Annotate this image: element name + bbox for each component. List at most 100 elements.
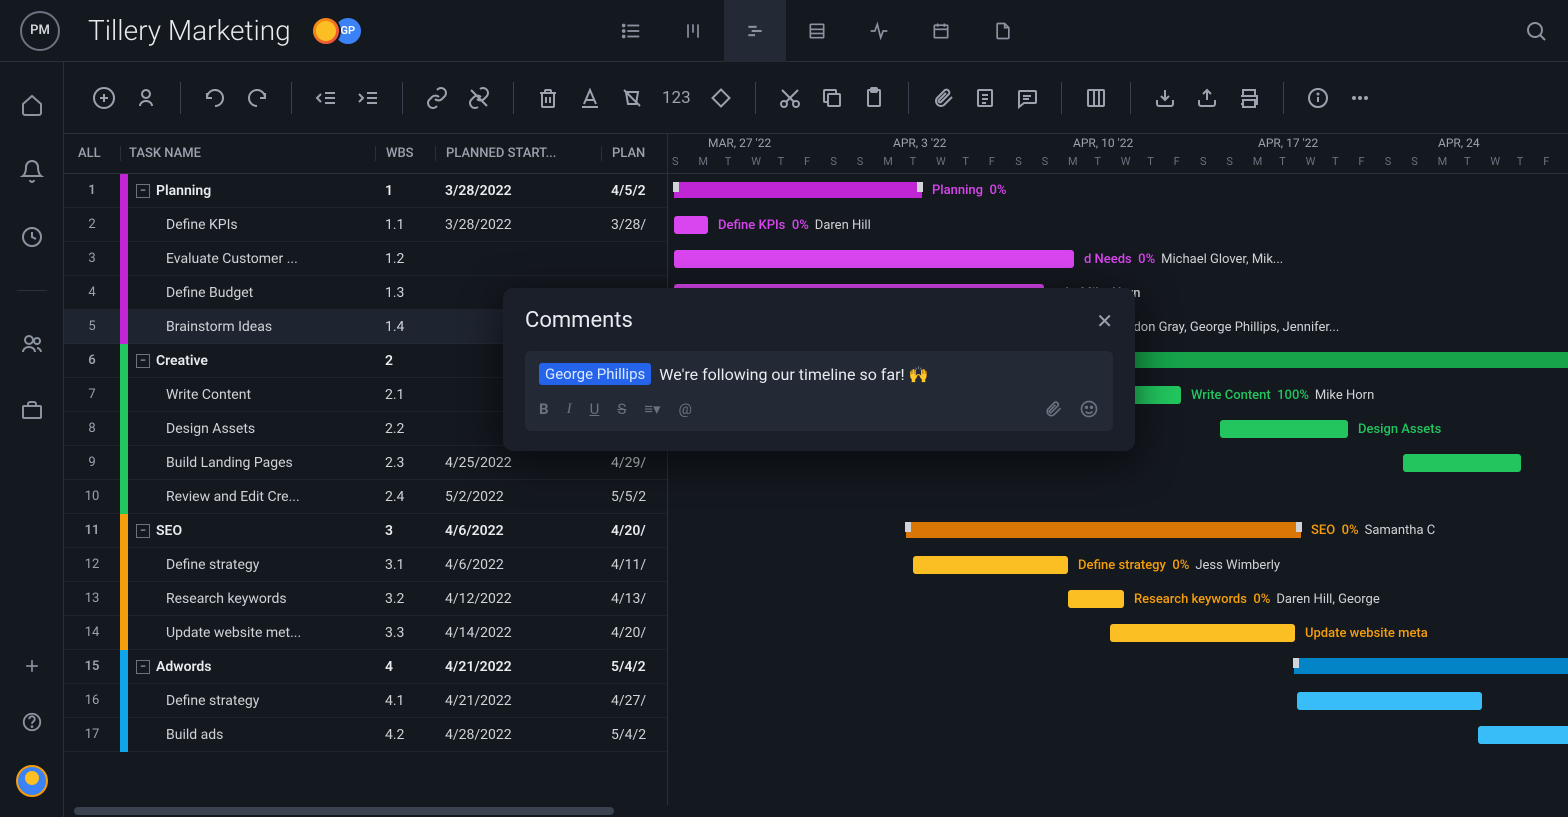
redo-icon[interactable] — [245, 86, 269, 110]
view-activity-icon[interactable] — [848, 0, 910, 62]
table-row[interactable]: 11 − SEO 3 4/6/2022 4/20/ — [64, 514, 667, 548]
col-task[interactable]: TASK NAME — [120, 146, 375, 161]
outdent-icon[interactable] — [314, 86, 338, 110]
gantt-chart[interactable]: MAR, 27 '22APR, 3 '22APR, 10 '22APR, 17 … — [668, 134, 1568, 817]
gantt-bar[interactable]: SEO 0%Samantha C — [906, 522, 1301, 538]
comment-input[interactable]: George Phillips We're following our time… — [525, 351, 1113, 431]
close-icon[interactable]: ✕ — [1096, 309, 1113, 333]
list-icon[interactable]: ≡▾ — [644, 400, 660, 418]
print-icon[interactable] — [1237, 86, 1261, 110]
app-logo[interactable]: PM — [20, 11, 60, 51]
indent-icon[interactable] — [356, 86, 380, 110]
assign-icon[interactable] — [134, 86, 158, 110]
horizontal-scrollbar[interactable] — [64, 805, 1568, 817]
undo-icon[interactable] — [203, 86, 227, 110]
view-file-icon[interactable] — [972, 0, 1034, 62]
toolbar: 123 — [64, 62, 1568, 134]
unlink-icon[interactable] — [467, 86, 491, 110]
table-row[interactable]: 17 Build ads 4.2 4/28/2022 5/4/2 — [64, 718, 667, 752]
text-color-icon[interactable] — [578, 86, 602, 110]
table-row[interactable]: 12 Define strategy 3.1 4/6/2022 4/11/ — [64, 548, 667, 582]
mention-icon[interactable]: @ — [679, 400, 692, 418]
cut-icon[interactable] — [778, 86, 802, 110]
bell-icon[interactable] — [19, 158, 45, 184]
table-row[interactable]: 9 Build Landing Pages 2.3 4/25/2022 4/29… — [64, 446, 667, 480]
gantt-bar[interactable] — [1294, 658, 1568, 674]
collaborator-avatars[interactable]: GP — [311, 16, 355, 46]
col-all[interactable]: ALL — [64, 146, 120, 161]
note-icon[interactable] — [973, 86, 997, 110]
table-row[interactable]: 1 − Planning 1 3/28/2022 4/5/2 — [64, 174, 667, 208]
gantt-bar[interactable]: Planning 0% — [674, 182, 922, 198]
milestone-icon[interactable] — [709, 86, 733, 110]
info-icon[interactable] — [1306, 86, 1330, 110]
plus-icon[interactable] — [19, 653, 45, 679]
table-row[interactable]: 3 Evaluate Customer ... 1.2 — [64, 242, 667, 276]
strike-icon[interactable]: S — [617, 400, 626, 418]
content-area: ALL TASK NAME WBS PLANNED START... PLAN … — [64, 134, 1568, 817]
add-task-icon[interactable] — [92, 86, 116, 110]
gantt-bar[interactable]: Research keywords 0%Daren Hill, George — [1068, 590, 1124, 608]
grid-rows: 1 − Planning 1 3/28/2022 4/5/22 Define K… — [64, 174, 667, 817]
comment-icon[interactable] — [1015, 86, 1039, 110]
search-icon[interactable] — [1524, 19, 1548, 43]
top-header: PM Tillery Marketing GP — [0, 0, 1568, 62]
bold-icon[interactable]: B — [539, 400, 549, 418]
user-avatar[interactable] — [16, 765, 48, 797]
col-start[interactable]: PLANNED START... — [435, 146, 601, 161]
gantt-bar[interactable]: Design Assets — [1220, 420, 1348, 438]
col-end[interactable]: PLAN — [601, 146, 667, 161]
gantt-bar[interactable]: Define strategy 0%Jess Wimberly — [913, 556, 1068, 574]
number-label[interactable]: 123 — [662, 88, 691, 108]
gantt-bar[interactable] — [1478, 726, 1568, 744]
expand-toggle[interactable]: − — [136, 354, 150, 368]
gantt-bar[interactable]: Update website meta — [1110, 624, 1295, 642]
home-icon[interactable] — [19, 92, 45, 118]
table-row[interactable]: 10 Review and Edit Cre... 2.4 5/2/2022 5… — [64, 480, 667, 514]
comments-title: Comments — [525, 308, 633, 333]
paste-icon[interactable] — [862, 86, 886, 110]
avatar-1[interactable] — [311, 16, 341, 46]
columns-icon[interactable] — [1084, 86, 1108, 110]
view-board-icon[interactable] — [662, 0, 724, 62]
help-icon[interactable] — [19, 709, 45, 735]
attach-file-icon[interactable] — [1043, 399, 1063, 419]
comments-popup: Comments ✕ George Phillips We're followi… — [503, 288, 1135, 451]
copy-icon[interactable] — [820, 86, 844, 110]
import-icon[interactable] — [1153, 86, 1177, 110]
table-row[interactable]: 16 Define strategy 4.1 4/21/2022 4/27/ — [64, 684, 667, 718]
gantt-timeline-header: MAR, 27 '22APR, 3 '22APR, 10 '22APR, 17 … — [668, 134, 1568, 174]
view-list-icon[interactable] — [600, 0, 662, 62]
attach-icon[interactable] — [931, 86, 955, 110]
project-title: Tillery Marketing — [88, 14, 291, 47]
table-row[interactable]: 15 − Adwords 4 4/21/2022 5/4/2 — [64, 650, 667, 684]
expand-toggle[interactable]: − — [136, 660, 150, 674]
expand-toggle[interactable]: − — [136, 524, 150, 538]
gantt-bar[interactable]: Define KPIs 0%Daren Hill — [674, 216, 708, 234]
underline-icon[interactable]: U — [590, 400, 600, 418]
briefcase-icon[interactable] — [19, 397, 45, 423]
mention-tag[interactable]: George Phillips — [539, 363, 651, 385]
comment-body-text[interactable]: We're following our timeline so far! 🙌 — [659, 365, 928, 384]
italic-icon[interactable]: I — [567, 401, 572, 418]
table-row[interactable]: 2 Define KPIs 1.1 3/28/2022 3/28/ — [64, 208, 667, 242]
view-sheet-icon[interactable] — [786, 0, 848, 62]
clock-icon[interactable] — [19, 224, 45, 250]
trash-icon[interactable] — [536, 86, 560, 110]
gantt-bar[interactable]: d Needs 0%Michael Glover, Mik... — [674, 250, 1074, 268]
gantt-bar[interactable] — [1297, 692, 1482, 710]
emoji-icon[interactable] — [1079, 399, 1099, 419]
view-calendar-icon[interactable] — [910, 0, 972, 62]
expand-toggle[interactable]: − — [136, 184, 150, 198]
team-icon[interactable] — [19, 331, 45, 357]
view-gantt-icon[interactable] — [724, 0, 786, 62]
scrollbar-thumb[interactable] — [74, 807, 614, 815]
link-icon[interactable] — [425, 86, 449, 110]
more-icon[interactable] — [1348, 86, 1372, 110]
col-wbs[interactable]: WBS — [375, 146, 435, 161]
gantt-bar[interactable] — [1403, 454, 1521, 472]
table-row[interactable]: 14 Update website met... 3.3 4/14/2022 4… — [64, 616, 667, 650]
clear-format-icon[interactable] — [620, 86, 644, 110]
export-icon[interactable] — [1195, 86, 1219, 110]
table-row[interactable]: 13 Research keywords 3.2 4/12/2022 4/13/ — [64, 582, 667, 616]
